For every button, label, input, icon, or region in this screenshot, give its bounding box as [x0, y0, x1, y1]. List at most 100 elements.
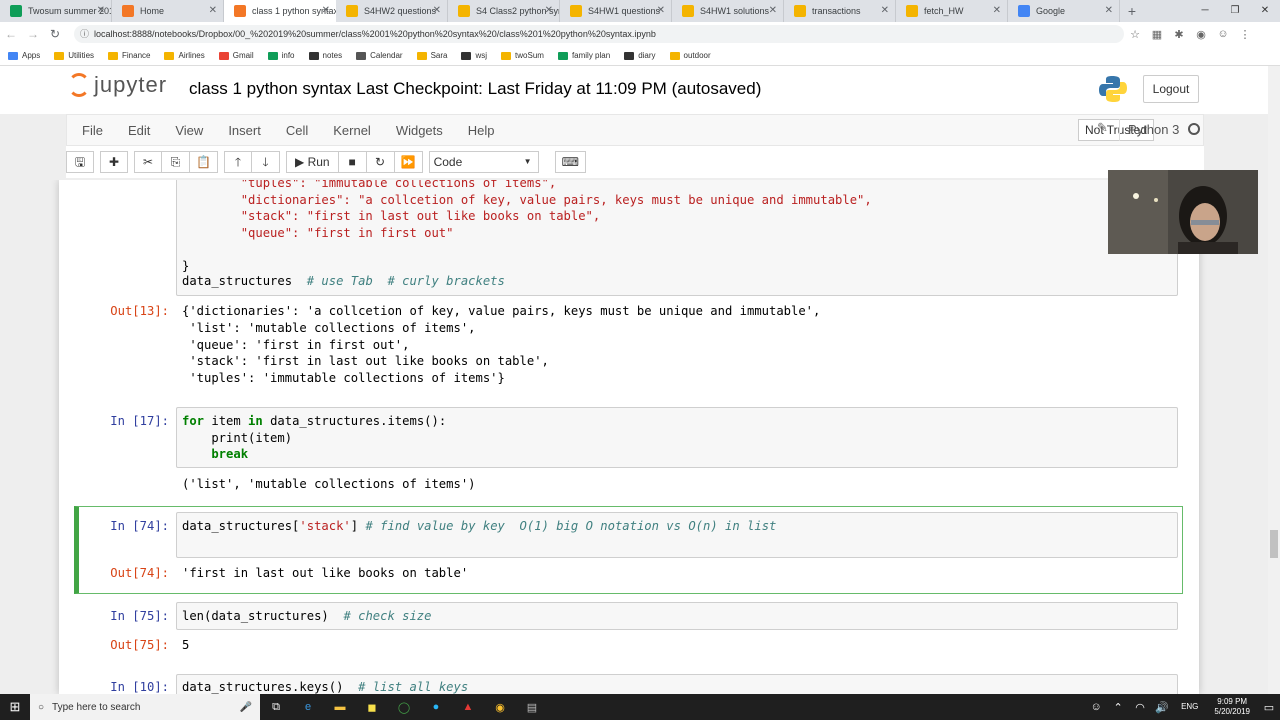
code-line: for item in data_structures.items(): — [182, 414, 447, 428]
restart-icon[interactable]: ↻ — [366, 151, 395, 173]
tab-close-icon[interactable]: ✕ — [657, 0, 665, 22]
code-line: len(data_structures) # check size — [182, 609, 432, 623]
app-icon[interactable]: ◯ — [388, 694, 420, 720]
browser-tab[interactable]: S4HW2 questions ✕ — [336, 0, 448, 22]
insert-cell-icon[interactable]: ✚ — [100, 151, 128, 173]
menu-icon[interactable]: ⋮ — [1234, 28, 1256, 41]
restart-run-all-icon[interactable]: ⏩ — [394, 151, 423, 173]
browser-tab[interactable]: Home ✕ — [112, 0, 224, 22]
extension-icon[interactable]: ✱ — [1168, 28, 1190, 41]
bookmark-item[interactable]: outdoor — [669, 51, 711, 60]
cut-icon[interactable]: ✂ — [134, 151, 162, 173]
cell-type-select[interactable]: Code ▼ — [428, 151, 539, 173]
tab-close-icon[interactable]: ✕ — [209, 0, 217, 22]
restore-icon[interactable]: ❐ — [1220, 0, 1250, 22]
bookmark-item[interactable]: Calendar — [356, 51, 403, 60]
bookmark-item[interactable]: Gmail — [218, 51, 254, 60]
close-window-icon[interactable]: ✕ — [1250, 0, 1280, 22]
output-line: 'stack': 'first in last out like books o… — [182, 354, 549, 369]
tab-close-icon[interactable]: ✕ — [97, 0, 105, 22]
extension-icon[interactable]: ◉ — [1190, 28, 1212, 41]
tab-close-icon[interactable]: ✕ — [433, 0, 441, 22]
microphone-icon[interactable]: 🎤 — [240, 702, 252, 713]
volume-icon[interactable]: 🔊 — [1151, 694, 1173, 720]
bookmark-item[interactable]: Airlines — [164, 51, 205, 60]
acrobat-icon[interactable]: ▲ — [452, 694, 484, 720]
menu-insert[interactable]: Insert — [228, 123, 261, 138]
bookmark-item[interactable]: Finance — [108, 51, 150, 60]
url-input[interactable]: ⓘ localhost:8888/notebooks/Dropbox/00_%2… — [74, 25, 1124, 43]
menu-widgets[interactable]: Widgets — [396, 123, 443, 138]
bookmark-item[interactable]: info — [267, 51, 295, 60]
bookmark-item[interactable]: diary — [624, 51, 656, 60]
command-palette-icon[interactable]: ⌨ — [554, 151, 586, 173]
paste-icon[interactable]: 📋 — [190, 151, 218, 173]
notebook-title[interactable]: class 1 python syntax — [189, 79, 352, 98]
code-line: data_structures # use Tab # curly bracke… — [182, 274, 505, 288]
menu-file[interactable]: File — [82, 123, 103, 138]
bookmark-item[interactable]: notes — [308, 51, 342, 60]
bookmark-item[interactable]: Sara — [416, 51, 447, 60]
kernel-name[interactable]: Python 3 — [1119, 119, 1179, 141]
scrollbar-thumb[interactable] — [1270, 530, 1278, 558]
new-tab-button[interactable]: + — [1120, 0, 1144, 22]
menu-edit[interactable]: Edit — [128, 123, 150, 138]
tab-close-icon[interactable]: ✕ — [993, 0, 1001, 22]
page-scrollbar[interactable] — [1268, 66, 1280, 694]
bookmark-item[interactable]: family plan — [557, 51, 610, 60]
copy-icon[interactable]: ⎘ — [162, 151, 190, 173]
taskbar-search-input[interactable]: ○ Type here to search 🎤 — [30, 694, 260, 720]
extension-icon[interactable]: ▦ — [1146, 28, 1168, 41]
tab-close-icon[interactable]: ✕ — [322, 0, 330, 22]
browser-tab[interactable]: class 1 python syntax ✕ — [224, 0, 336, 22]
app-icon[interactable]: ▤ — [516, 694, 548, 720]
chrome-icon[interactable]: ◉ — [484, 694, 516, 720]
interrupt-icon[interactable]: ■ — [338, 151, 367, 173]
save-icon[interactable]: 🖫 — [66, 151, 94, 173]
tab-close-icon[interactable]: ✕ — [545, 0, 553, 22]
menu-help[interactable]: Help — [468, 123, 495, 138]
browser-tab[interactable]: transactions ✕ — [784, 0, 896, 22]
windows-start-icon[interactable]: ⊞ — [0, 699, 30, 715]
app-icon[interactable]: ● — [420, 694, 452, 720]
tab-close-icon[interactable]: ✕ — [769, 0, 777, 22]
sticky-notes-icon[interactable]: ◼ — [356, 694, 388, 720]
tab-close-icon[interactable]: ✕ — [881, 0, 889, 22]
bookmark-item[interactable]: twoSum — [501, 51, 544, 60]
browser-tab[interactable]: Twosum summer 2019 ✕ — [0, 0, 112, 22]
tab-close-icon[interactable]: ✕ — [1105, 0, 1113, 22]
browser-tab[interactable]: S4HW1 questions ✕ — [560, 0, 672, 22]
info-icon[interactable]: ⓘ — [80, 25, 89, 43]
move-up-icon[interactable]: 🡑 — [224, 151, 252, 173]
minimize-icon[interactable]: ─ — [1190, 0, 1220, 22]
menu-view[interactable]: View — [175, 123, 203, 138]
menu-cell[interactable]: Cell — [286, 123, 308, 138]
task-view-icon[interactable]: ⧉ — [260, 694, 292, 720]
language-indicator[interactable]: ENG — [1173, 702, 1206, 712]
reload-icon[interactable]: ↻ — [44, 27, 66, 41]
star-icon[interactable]: ☆ — [1124, 28, 1146, 41]
browser-tab[interactable]: fetch_HW ✕ — [896, 0, 1008, 22]
notifications-icon[interactable]: ▭ — [1258, 694, 1280, 720]
wifi-icon[interactable]: ◠ — [1129, 694, 1151, 720]
forward-icon[interactable]: → — [22, 27, 44, 41]
bookmark-item[interactable]: wsj — [461, 51, 487, 60]
move-down-icon[interactable]: 🡓 — [252, 151, 280, 173]
browser-tab[interactable]: Google ✕ — [1008, 0, 1120, 22]
menu-kernel[interactable]: Kernel — [333, 123, 371, 138]
file-explorer-icon[interactable]: ▬ — [324, 694, 356, 720]
bookmark-item[interactable]: Apps — [8, 51, 40, 60]
logout-button[interactable]: Logout — [1143, 75, 1199, 103]
browser-tab[interactable]: S4 Class2 python syn ✕ — [448, 0, 560, 22]
jupyter-logo[interactable]: jupyter — [68, 72, 167, 98]
extension-icon[interactable]: ☺ — [1212, 28, 1234, 40]
run-button[interactable]: ▶ Run — [286, 151, 339, 173]
edge-icon[interactable]: e — [292, 694, 324, 720]
back-icon[interactable]: ← — [0, 27, 22, 41]
show-hidden-icon[interactable]: ⌃ — [1107, 694, 1129, 720]
people-icon[interactable]: ☺ — [1085, 694, 1107, 720]
clock[interactable]: 9:09 PM 5/20/2019 — [1206, 697, 1258, 717]
tab-label: Home — [140, 6, 165, 16]
bookmark-item[interactable]: Utilities — [54, 51, 94, 60]
browser-tab[interactable]: S4HW1 solutions ✕ — [672, 0, 784, 22]
